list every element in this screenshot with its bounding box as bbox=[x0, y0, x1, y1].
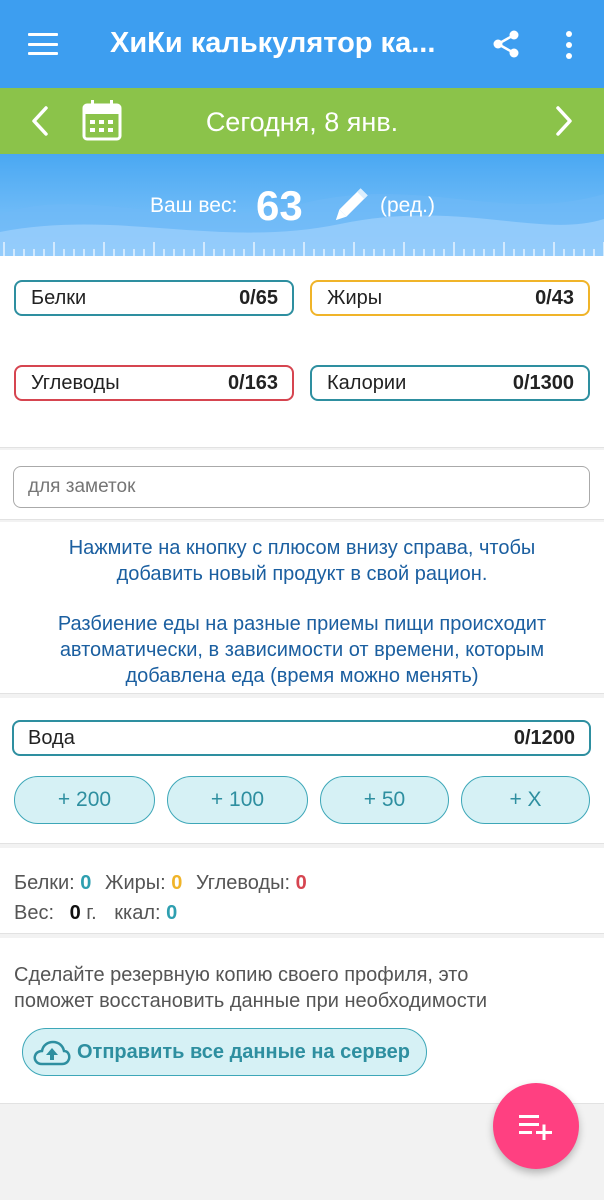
totals-carbs-value: 0 bbox=[295, 872, 307, 894]
totals-protein-label: Белки: bbox=[14, 872, 75, 894]
calories-label: Калории bbox=[327, 371, 407, 394]
water-add-100-button[interactable]: + 100 bbox=[167, 776, 308, 824]
totals-kcal-value: 0 bbox=[166, 902, 178, 924]
carbs-label: Углеводы bbox=[31, 371, 120, 394]
carbs-value: 0/163 bbox=[227, 371, 278, 394]
backup-line-2: поможет восстановить данные при необходи… bbox=[14, 990, 488, 1012]
calories-box[interactable]: Калории 0/1300 bbox=[310, 365, 590, 401]
weight-value[interactable]: 63 bbox=[256, 182, 303, 230]
water-value: 0/1200 bbox=[513, 726, 575, 749]
hint-line-4: автоматически, в зависимости от времени,… bbox=[59, 639, 545, 661]
fat-value: 0/43 bbox=[535, 286, 574, 309]
carbs-box[interactable]: Углеводы 0/163 bbox=[14, 365, 294, 401]
hint-line-3: Разбиение еды на разные приемы пищи прои… bbox=[57, 613, 547, 635]
backup-text: Сделайте резервную копию своего профиля,… bbox=[14, 962, 584, 1014]
calories-value: 0/1300 bbox=[512, 371, 574, 394]
upload-button-label: Отправить все данные на сервер bbox=[77, 1040, 410, 1063]
totals-carbs-label: Углеводы: bbox=[195, 872, 291, 894]
playlist-add-icon bbox=[519, 1115, 552, 1140]
current-date[interactable]: Сегодня, 8 янв. bbox=[0, 107, 604, 138]
protein-box[interactable]: Белки 0/65 bbox=[14, 280, 294, 316]
pencil-icon[interactable] bbox=[328, 184, 372, 228]
hint-line-5: добавлена еда (время можно менять) bbox=[125, 665, 479, 687]
water-add-50-button[interactable]: + 50 bbox=[320, 776, 449, 824]
edit-weight-link[interactable]: (ред.) bbox=[380, 194, 435, 218]
fat-label: Жиры bbox=[327, 286, 383, 309]
totals-weight-unit: г. bbox=[86, 902, 97, 924]
app-bar: ХиКи калькулятор ка... bbox=[0, 0, 604, 88]
protein-value: 0/65 bbox=[239, 286, 278, 309]
fat-box[interactable]: Жиры 0/43 bbox=[310, 280, 590, 316]
totals-weight-label: Вес: bbox=[14, 902, 55, 924]
hint-line-1: Нажмите на кнопку с плюсом внизу справа,… bbox=[68, 537, 536, 559]
cloud-upload-icon bbox=[33, 1040, 71, 1066]
backup-line-1: Сделайте резервную копию своего профиля,… bbox=[14, 964, 469, 986]
water-add-x-button[interactable]: + X bbox=[461, 776, 590, 824]
notes-input[interactable] bbox=[13, 466, 590, 508]
totals-weight-value: 0 bbox=[69, 902, 81, 924]
date-bar: Сегодня, 8 янв. bbox=[0, 88, 604, 154]
app-title: ХиКи калькулятор ка... bbox=[110, 27, 436, 59]
totals-card: Белки: 0 Жиры: 0 Углеводы: 0 Вес: 0 г. к… bbox=[0, 848, 604, 934]
share-icon[interactable] bbox=[490, 28, 522, 60]
totals-fat-label: Жиры: bbox=[104, 872, 166, 894]
weight-label: Ваш вес: bbox=[150, 194, 238, 217]
hint-card: Нажмите на кнопку с плюсом внизу справа,… bbox=[0, 522, 604, 694]
weight-banner: Ваш вес: 63 (ред.) bbox=[0, 154, 604, 256]
protein-label: Белки bbox=[31, 286, 87, 309]
add-food-fab[interactable] bbox=[493, 1083, 579, 1169]
hint-line-2: добавить новый продукт в свой рацион. bbox=[116, 563, 488, 585]
totals-kcal-label: ккал: bbox=[114, 902, 161, 924]
totals-fat-value: 0 bbox=[171, 872, 183, 894]
water-box[interactable]: Вода 0/1200 bbox=[12, 720, 591, 756]
totals-protein-value: 0 bbox=[80, 872, 92, 894]
water-label: Вода bbox=[28, 726, 75, 749]
water-add-200-button[interactable]: + 200 bbox=[14, 776, 155, 824]
chevron-right-icon[interactable] bbox=[548, 104, 578, 138]
menu-icon[interactable] bbox=[28, 33, 58, 55]
more-icon[interactable] bbox=[558, 30, 580, 60]
macros-card: Белки 0/65 Жиры 0/43 Углеводы 0/163 Кало… bbox=[0, 256, 604, 448]
upload-to-server-button[interactable]: Отправить все данные на сервер bbox=[22, 1028, 427, 1076]
